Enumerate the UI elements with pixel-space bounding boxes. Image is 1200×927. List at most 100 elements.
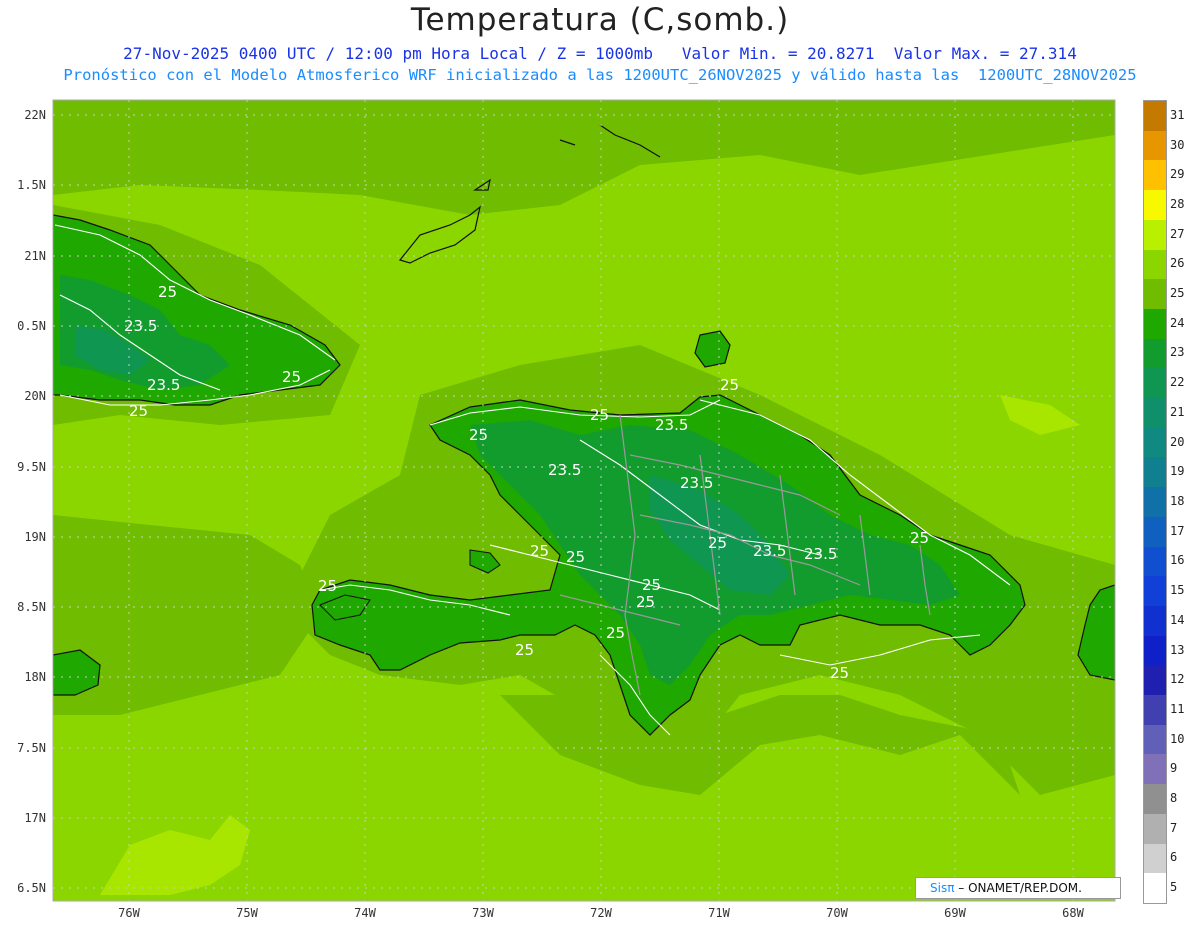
lon-tick: 73W bbox=[472, 906, 494, 920]
colorbar-label: 5 bbox=[1170, 880, 1178, 895]
colorbar-cell bbox=[1144, 546, 1166, 577]
colorbar-cell bbox=[1144, 695, 1166, 726]
contour-label: 25 bbox=[720, 376, 739, 394]
colorbar-label: 8 bbox=[1170, 791, 1178, 806]
colorbar-cell bbox=[1144, 249, 1166, 280]
colorbar-cell bbox=[1144, 843, 1166, 874]
contour-label: 25 bbox=[469, 426, 488, 444]
contour-label: 25 bbox=[318, 577, 337, 595]
colorbar-label: 29 bbox=[1170, 167, 1185, 182]
colorbar-cell bbox=[1144, 190, 1166, 221]
colorbar-cell bbox=[1144, 398, 1166, 429]
colorbar-cell bbox=[1144, 754, 1166, 785]
colorbar-cell bbox=[1144, 338, 1166, 369]
colorbar-cell bbox=[1144, 665, 1166, 696]
colorbar-cell bbox=[1144, 635, 1166, 666]
lon-tick: 75W bbox=[236, 906, 258, 920]
temperature-map: 25 23.5 23.5 25 25 25 25 23.5 23.5 23.5 … bbox=[17, 99, 1116, 920]
colorbar-cell bbox=[1144, 784, 1166, 815]
colorbar-cell bbox=[1144, 101, 1166, 131]
colorbar-label: 15 bbox=[1170, 583, 1185, 598]
contour-label: 25 bbox=[530, 542, 549, 560]
lat-tick: 21N bbox=[24, 249, 46, 263]
colorbar-label: 19 bbox=[1170, 464, 1185, 479]
lon-tick: 76W bbox=[118, 906, 140, 920]
colorbar-label: 20 bbox=[1170, 434, 1185, 449]
colorbar-label: 22 bbox=[1170, 375, 1185, 390]
colorbar-cell bbox=[1144, 368, 1166, 399]
colorbar-cell bbox=[1144, 279, 1166, 310]
colorbar-cell bbox=[1144, 576, 1166, 607]
contour-label: 25 bbox=[590, 406, 609, 424]
contour-label: 23.5 bbox=[804, 545, 837, 563]
contour-label: 23.5 bbox=[147, 376, 180, 394]
subtitle-valid-time: 27-Nov-2025 0400 UTC / 12:00 pm Hora Loc… bbox=[123, 44, 1077, 63]
contour-label: 25 bbox=[158, 283, 177, 301]
colorbar-label: 12 bbox=[1170, 672, 1185, 687]
lon-tick: 69W bbox=[944, 906, 966, 920]
lat-tick: 20N bbox=[24, 389, 46, 403]
colorbar bbox=[1143, 100, 1167, 904]
colorbar-label: 17 bbox=[1170, 523, 1185, 538]
colorbar-label: 9 bbox=[1170, 761, 1178, 776]
contour-label: 25 bbox=[282, 368, 301, 386]
colorbar-label: 31 bbox=[1170, 107, 1185, 122]
lat-tick: 8.5N bbox=[17, 600, 46, 614]
contour-label: 25 bbox=[830, 664, 849, 682]
contour-label: 23.5 bbox=[753, 542, 786, 560]
colorbar-label: 28 bbox=[1170, 196, 1185, 211]
contour-label: 23.5 bbox=[655, 416, 688, 434]
credit-org: – ONAMET/REP.DOM. bbox=[954, 881, 1082, 895]
colorbar-cell bbox=[1144, 813, 1166, 844]
contour-label: 23.5 bbox=[680, 474, 713, 492]
contour-label: 25 bbox=[636, 593, 655, 611]
contour-label: 25 bbox=[515, 641, 534, 659]
colorbar-label: 23 bbox=[1170, 345, 1185, 360]
colorbar-cell bbox=[1144, 457, 1166, 488]
lat-tick: 17N bbox=[24, 811, 46, 825]
colorbar-label: 25 bbox=[1170, 286, 1185, 301]
colorbar-label: 13 bbox=[1170, 642, 1185, 657]
lat-tick: 7.5N bbox=[17, 741, 46, 755]
colorbar-label: 21 bbox=[1170, 404, 1185, 419]
contour-label: 23.5 bbox=[124, 317, 157, 335]
colorbar-label: 27 bbox=[1170, 226, 1185, 241]
contour-label: 25 bbox=[566, 548, 585, 566]
colorbar-label: 6 bbox=[1170, 850, 1178, 865]
lat-tick: 19N bbox=[24, 530, 46, 544]
contour-label: 25 bbox=[708, 534, 727, 552]
lon-tick: 71W bbox=[708, 906, 730, 920]
colorbar-cell bbox=[1144, 427, 1166, 458]
contour-label: 25 bbox=[642, 576, 661, 594]
colorbar-label: 10 bbox=[1170, 731, 1185, 746]
credit-brand: Sisπ bbox=[930, 881, 955, 895]
colorbar-cell bbox=[1144, 724, 1166, 755]
colorbar-cell bbox=[1144, 516, 1166, 547]
contour-label: 25 bbox=[606, 624, 625, 642]
colorbar-label: 26 bbox=[1170, 256, 1185, 271]
lat-tick: 22N bbox=[24, 108, 46, 122]
lon-tick: 70W bbox=[826, 906, 848, 920]
colorbar-cell bbox=[1144, 873, 1166, 904]
lat-tick: 9.5N bbox=[17, 460, 46, 474]
map-title: Temperatura (C,somb.) bbox=[410, 2, 790, 38]
contour-label: 25 bbox=[129, 402, 148, 420]
colorbar-label: 30 bbox=[1170, 137, 1185, 152]
colorbar-cell bbox=[1144, 605, 1166, 636]
colorbar-cell bbox=[1144, 130, 1166, 161]
lat-tick: 18N bbox=[24, 670, 46, 684]
lon-tick: 68W bbox=[1062, 906, 1084, 920]
colorbar-cell bbox=[1144, 487, 1166, 518]
colorbar-label: 18 bbox=[1170, 494, 1185, 508]
lat-tick: 1.5N bbox=[17, 178, 46, 192]
colorbar-label: 16 bbox=[1170, 553, 1185, 568]
colorbar-label: 14 bbox=[1170, 612, 1185, 627]
lat-tick: 6.5N bbox=[17, 881, 46, 895]
lat-axis: 22N 1.5N 21N 0.5N 20N 9.5N 19N 8.5N 18N … bbox=[17, 108, 46, 895]
contour-label: 25 bbox=[910, 529, 929, 547]
colorbar-cell bbox=[1144, 219, 1166, 250]
colorbar-cell bbox=[1144, 308, 1166, 339]
lon-axis: 76W 75W 74W 73W 72W 71W 70W 69W 68W bbox=[118, 906, 1084, 920]
colorbar-label: 7 bbox=[1170, 820, 1178, 835]
lat-tick: 0.5N bbox=[17, 319, 46, 333]
